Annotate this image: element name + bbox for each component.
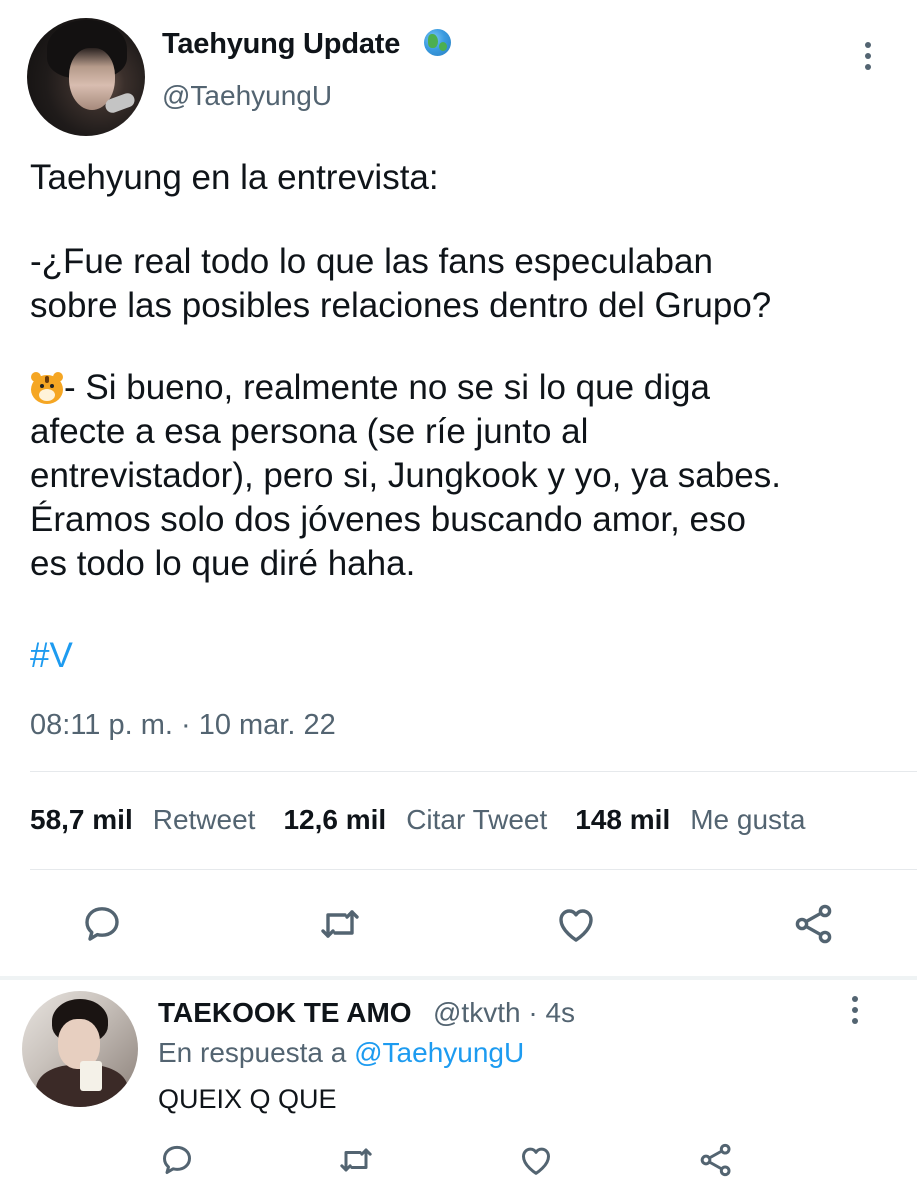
retweets-count[interactable]: 58,7 mil [30, 804, 133, 836]
tweet-text-line: Taehyung en la entrevista: [30, 158, 439, 197]
tweet-text-line: -¿Fue real todo lo que las fans especula… [30, 242, 772, 325]
tweet-stats: 58,7 mil Retweet 12,6 mil Citar Tweet 14… [30, 804, 833, 836]
author-handle[interactable]: @TaehyungU [162, 80, 332, 112]
share-icon[interactable] [696, 1140, 736, 1180]
like-icon[interactable] [516, 1140, 556, 1180]
divider [30, 771, 917, 772]
tweet-paragraph-3: - Si bueno, realmente no se si lo que di… [30, 366, 900, 586]
more-options-icon[interactable] [852, 996, 858, 1024]
divider [30, 869, 917, 870]
reply-handle-time[interactable]: @tkvth · 4s [433, 997, 575, 1029]
section-divider [0, 976, 917, 980]
author-name[interactable]: Taehyung Update [162, 28, 400, 61]
in-reply-to: En respuesta a @TaehyungU [158, 1037, 524, 1069]
retweets-label[interactable]: Retweet [153, 804, 256, 836]
more-options-icon[interactable] [865, 42, 871, 70]
tweet-text-line: - Si bueno, realmente no se si lo que di… [30, 366, 900, 586]
tweet-paragraph-2: -¿Fue real todo lo que las fans especula… [30, 240, 900, 328]
reply-author-name[interactable]: TAEKOOK TE AMO [158, 997, 412, 1029]
retweet-icon[interactable] [336, 1140, 376, 1180]
reply-author-avatar[interactable] [22, 991, 138, 1107]
author-avatar[interactable] [27, 18, 145, 136]
reply-action-bar [0, 1140, 917, 1180]
quotes-count[interactable]: 12,6 mil [283, 804, 386, 836]
globe-emoji-icon [424, 29, 451, 56]
in-reply-prefix: En respuesta a [158, 1037, 355, 1068]
retweet-icon[interactable] [316, 900, 364, 948]
like-icon[interactable] [552, 900, 600, 948]
share-icon[interactable] [790, 900, 838, 948]
likes-label[interactable]: Me gusta [690, 804, 805, 836]
reply-icon[interactable] [78, 900, 126, 948]
reply-text: QUEIX Q QUE [158, 1084, 337, 1114]
tweet-text-content: - Si bueno, realmente no se si lo que di… [30, 368, 781, 583]
tweet-paragraph-1: Taehyung en la entrevista: [30, 156, 900, 200]
tiger-face-icon [30, 372, 64, 404]
tweet-timestamp[interactable]: 08:11 p. m. · 10 mar. 22 [30, 709, 336, 742]
quotes-label[interactable]: Citar Tweet [406, 804, 547, 836]
reply-icon[interactable] [157, 1140, 197, 1180]
hashtag-link[interactable]: #V [30, 636, 73, 676]
avatar-cup [80, 1061, 102, 1091]
tweet-action-bar [0, 900, 917, 950]
likes-count[interactable]: 148 mil [575, 804, 670, 836]
in-reply-mention-link[interactable]: @TaehyungU [354, 1037, 524, 1068]
